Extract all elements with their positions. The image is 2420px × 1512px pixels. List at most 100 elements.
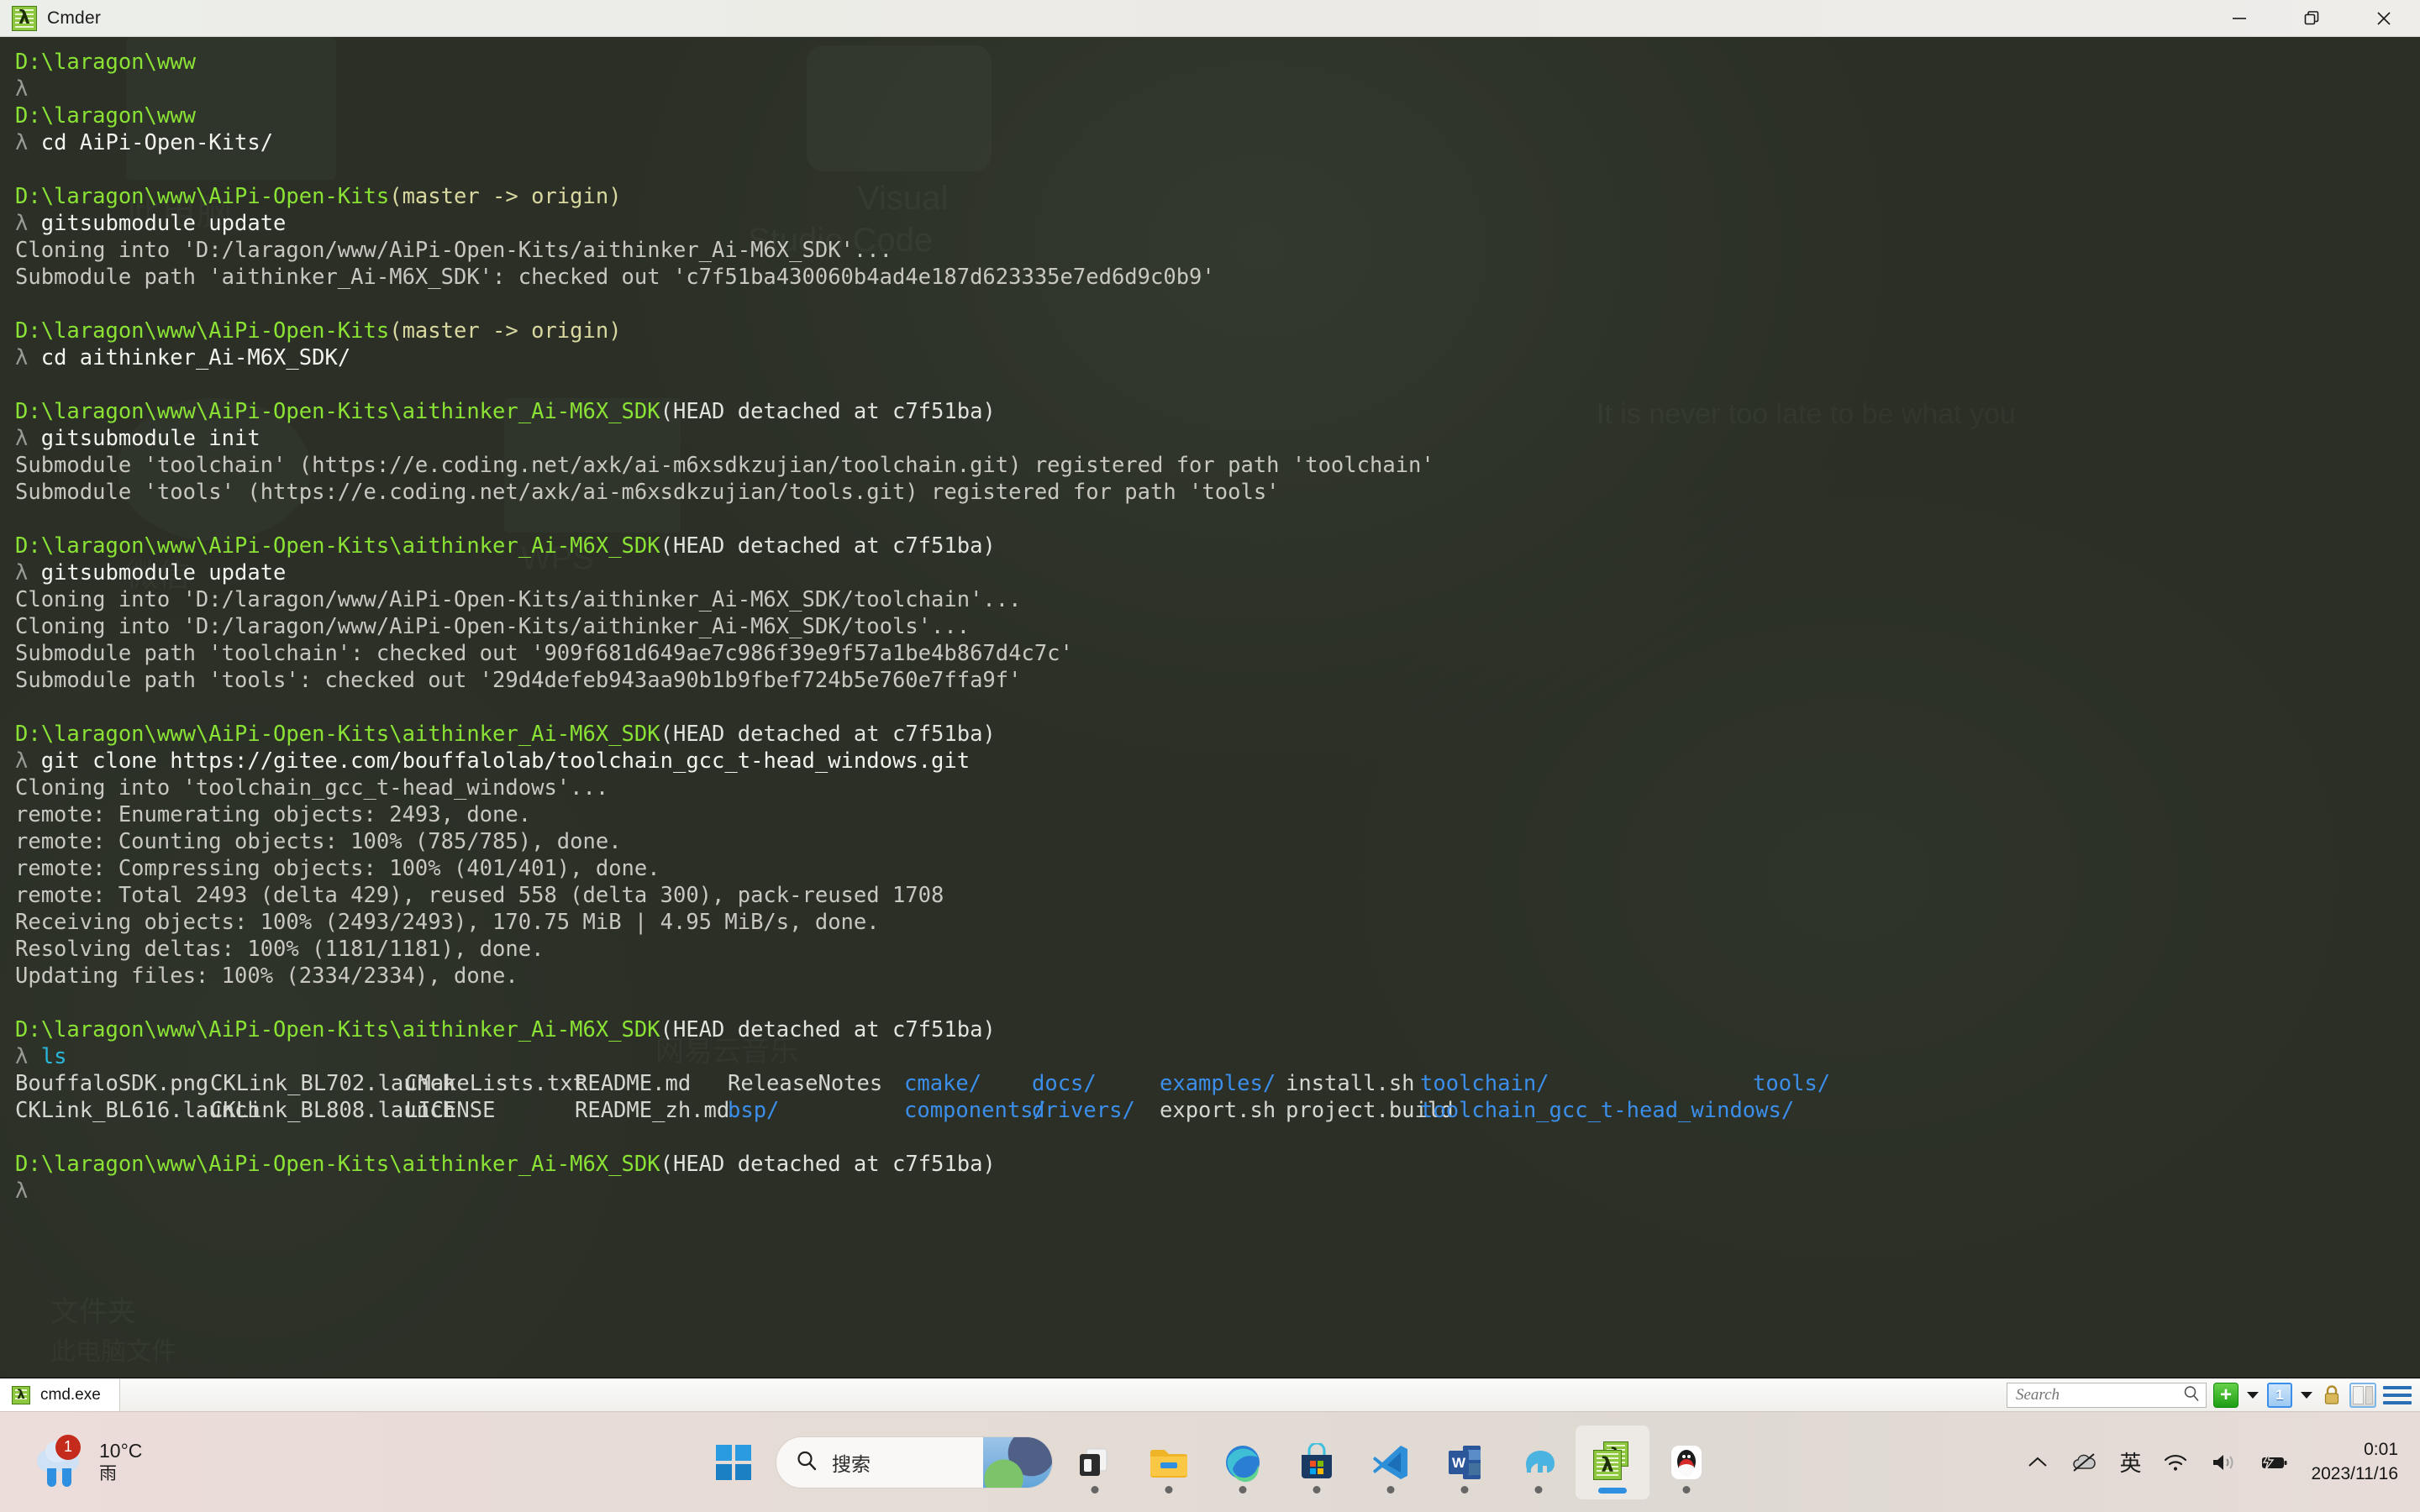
ls-entry bbox=[1753, 1097, 1946, 1124]
terminal-prompt-path: D:\laragon\www\AiPi-Open-Kits(master -> … bbox=[15, 184, 622, 209]
ls-entry: CKLink_BL808.launch bbox=[210, 1098, 455, 1123]
tab-count-label: 1 bbox=[2275, 1386, 2284, 1403]
hamburger-menu-icon[interactable] bbox=[2383, 1383, 2412, 1408]
ls-entry: README.md bbox=[575, 1071, 692, 1096]
terminal-output-line: Cloning into 'toolchain_gcc_t-head_windo… bbox=[15, 775, 609, 801]
window-title: Cmder bbox=[47, 8, 102, 28]
cmder-lambda-icon: λ bbox=[12, 1385, 30, 1404]
clock-date: 2023/11/16 bbox=[2311, 1463, 2398, 1483]
ls-entry: bsp/ bbox=[728, 1098, 780, 1123]
tab-list-chevron-down-icon[interactable] bbox=[2299, 1383, 2314, 1408]
clock-time: 0:01 bbox=[2364, 1440, 2398, 1460]
terminal-output-line: Cloning into 'D:/laragon/www/AiPi-Open-K… bbox=[15, 238, 892, 263]
taskbar-search-box[interactable]: 搜索 bbox=[776, 1436, 1053, 1488]
terminal-command-line[interactable]: λ cd aithinker_Ai-M6X_SDK/ bbox=[15, 344, 2405, 371]
ls-entry: CMakeLists.txt bbox=[405, 1071, 586, 1096]
ls-output-row: BouffaloSDK.png CKLink_BL702.launch CMakeL… bbox=[15, 1070, 2405, 1097]
window-controls bbox=[2203, 0, 2420, 36]
active-tab-count[interactable]: 1 bbox=[2267, 1382, 2292, 1408]
terminal-command-line[interactable]: λ git clone https://gitee.com/bouffalola… bbox=[15, 748, 2405, 774]
terminal-output-line: Submodule path 'tools': checked out '29d… bbox=[15, 668, 1022, 693]
ls-output-row: CKLink_BL616.launch CKLink_BL808.launch LI… bbox=[15, 1097, 2405, 1124]
cmder-lambda-icon: λ bbox=[12, 5, 37, 31]
sidebar-item-cmder[interactable]: λ λ bbox=[1576, 1425, 1649, 1499]
restore-icon[interactable] bbox=[2275, 0, 2348, 36]
split-panel-icon[interactable] bbox=[2349, 1382, 2376, 1408]
taskbar-apps: 搜索 W λ bbox=[697, 1425, 1723, 1499]
window-titlebar[interactable]: λ Cmder bbox=[0, 0, 2420, 37]
terminal-output-line: Updating files: 100% (2334/2334), done. bbox=[15, 963, 518, 989]
tab-label: cmd.exe bbox=[40, 1385, 101, 1404]
ls-entry: CKLink_BL616.launch bbox=[15, 1098, 260, 1123]
terminal-command-line[interactable]: λ bbox=[15, 1178, 2405, 1205]
weather-condition: 雨 bbox=[99, 1463, 117, 1483]
terminal-prompt-path: D:\laragon\www\AiPi-Open-Kits\aithinker_… bbox=[15, 1017, 996, 1042]
terminal-output-line: remote: Compressing objects: 100% (401/4… bbox=[15, 856, 660, 881]
search-box[interactable] bbox=[2007, 1382, 2207, 1408]
sidebar-item-visual-studio-code[interactable] bbox=[1354, 1425, 1428, 1499]
lock-icon[interactable] bbox=[2321, 1383, 2343, 1408]
terminal-command-line[interactable]: λ gitsubmodule update bbox=[15, 559, 2405, 586]
taskbar-search-label: 搜索 bbox=[832, 1452, 871, 1475]
close-icon[interactable] bbox=[2348, 0, 2420, 36]
ls-entry: toolchain/ bbox=[1420, 1071, 1549, 1096]
bing-globe-icon bbox=[983, 1436, 1052, 1488]
terminal-output-line: remote: Total 2493 (delta 429), reused 5… bbox=[15, 883, 944, 908]
sidebar-item-laragon[interactable] bbox=[1502, 1425, 1576, 1499]
ls-entry: export.sh bbox=[1160, 1098, 1276, 1123]
weather-widget[interactable]: 1 10°C 雨 bbox=[34, 1434, 143, 1487]
terminal-output-line: Submodule path 'toolchain': checked out … bbox=[15, 641, 1073, 666]
ls-entry: examples/ bbox=[1160, 1071, 1276, 1096]
windows-start-icon[interactable] bbox=[697, 1425, 771, 1499]
terminal-tab-cmd-exe[interactable]: λ cmd.exe bbox=[0, 1378, 120, 1412]
rain-cloud-icon: 1 bbox=[34, 1434, 87, 1487]
new-tab-button[interactable]: + bbox=[2213, 1382, 2238, 1408]
ime-language-indicator[interactable]: 英 bbox=[2119, 1446, 2141, 1478]
terminal-prompt-path: D:\laragon\www\AiPi-Open-Kits(master -> … bbox=[15, 318, 622, 344]
terminal-prompt-path: D:\laragon\www bbox=[15, 50, 196, 75]
ls-entry: BouffaloSDK.png bbox=[15, 1071, 209, 1096]
weather-temperature: 10°C bbox=[99, 1440, 143, 1462]
ls-entry: ReleaseNotes bbox=[728, 1071, 883, 1096]
terminal-output-line: Submodule 'toolchain' (https://e.coding.… bbox=[15, 453, 1434, 478]
windows-taskbar: 1 10°C 雨 搜索 W λ 英 0:01 2023/11/16 bbox=[0, 1411, 2420, 1512]
sidebar-item-microsoft-word[interactable]: W bbox=[1428, 1425, 1502, 1499]
terminal-prompt-path: D:\laragon\www\AiPi-Open-Kits\aithinker_… bbox=[15, 1152, 996, 1177]
sidebar-item-microsoft-store[interactable] bbox=[1280, 1425, 1354, 1499]
ls-entry: components/ bbox=[904, 1098, 1046, 1123]
terminal-command-line[interactable]: λ ls bbox=[15, 1043, 2405, 1070]
terminal-command-line[interactable]: λ cd AiPi-Open-Kits/ bbox=[15, 129, 2405, 156]
sidebar-item-qq[interactable] bbox=[1649, 1425, 1723, 1499]
ls-entry: install.sh bbox=[1286, 1071, 1415, 1096]
clock[interactable]: 0:01 2023/11/16 bbox=[2311, 1438, 2398, 1486]
battery-charging-icon[interactable] bbox=[2259, 1452, 2289, 1473]
speaker-icon[interactable] bbox=[2210, 1452, 2237, 1473]
ls-entry: LICENSE bbox=[405, 1098, 496, 1123]
screen: λ Cmder 此电脑 Visual Studio Code 微信 WPS It… bbox=[0, 0, 2420, 1512]
sidebar-item-task-view[interactable] bbox=[1058, 1425, 1132, 1499]
wifi-icon[interactable] bbox=[2163, 1452, 2188, 1473]
terminal-output[interactable]: D:\laragon\www λ D:\laragon\www λ cd AiPi-O… bbox=[0, 37, 2420, 1378]
search-icon bbox=[795, 1449, 818, 1476]
terminal-output-line: Submodule 'tools' (https://e.coding.net/… bbox=[15, 480, 1280, 505]
plus-icon: + bbox=[2219, 1383, 2232, 1406]
search-input[interactable] bbox=[2016, 1385, 2182, 1404]
onedrive-offline-icon[interactable] bbox=[2070, 1452, 2097, 1473]
terminal-output-line: Submodule path 'aithinker_Ai-M6X_SDK': c… bbox=[15, 265, 1215, 290]
terminal-command-line[interactable]: λ gitsubmodule init bbox=[15, 425, 2405, 452]
sidebar-item-microsoft-edge[interactable] bbox=[1206, 1425, 1280, 1499]
ls-entry: cmake/ bbox=[904, 1071, 982, 1096]
minimize-icon[interactable] bbox=[2203, 0, 2275, 36]
cmder-status-bar: λ cmd.exe + 1 bbox=[0, 1378, 2420, 1412]
new-tab-dropdown-chevron-down-icon[interactable] bbox=[2245, 1383, 2260, 1408]
sidebar-item-file-explorer[interactable] bbox=[1132, 1425, 1206, 1499]
terminal-prompt-path: D:\laragon\www\AiPi-Open-Kits\aithinker_… bbox=[15, 533, 996, 559]
chevron-up-icon[interactable] bbox=[2027, 1455, 2049, 1470]
terminal-command-line[interactable]: λ bbox=[15, 76, 2405, 102]
terminal-output-line: Receiving objects: 100% (2493/2493), 170… bbox=[15, 910, 880, 935]
terminal-command-line[interactable]: λ gitsubmodule update bbox=[15, 210, 2405, 237]
